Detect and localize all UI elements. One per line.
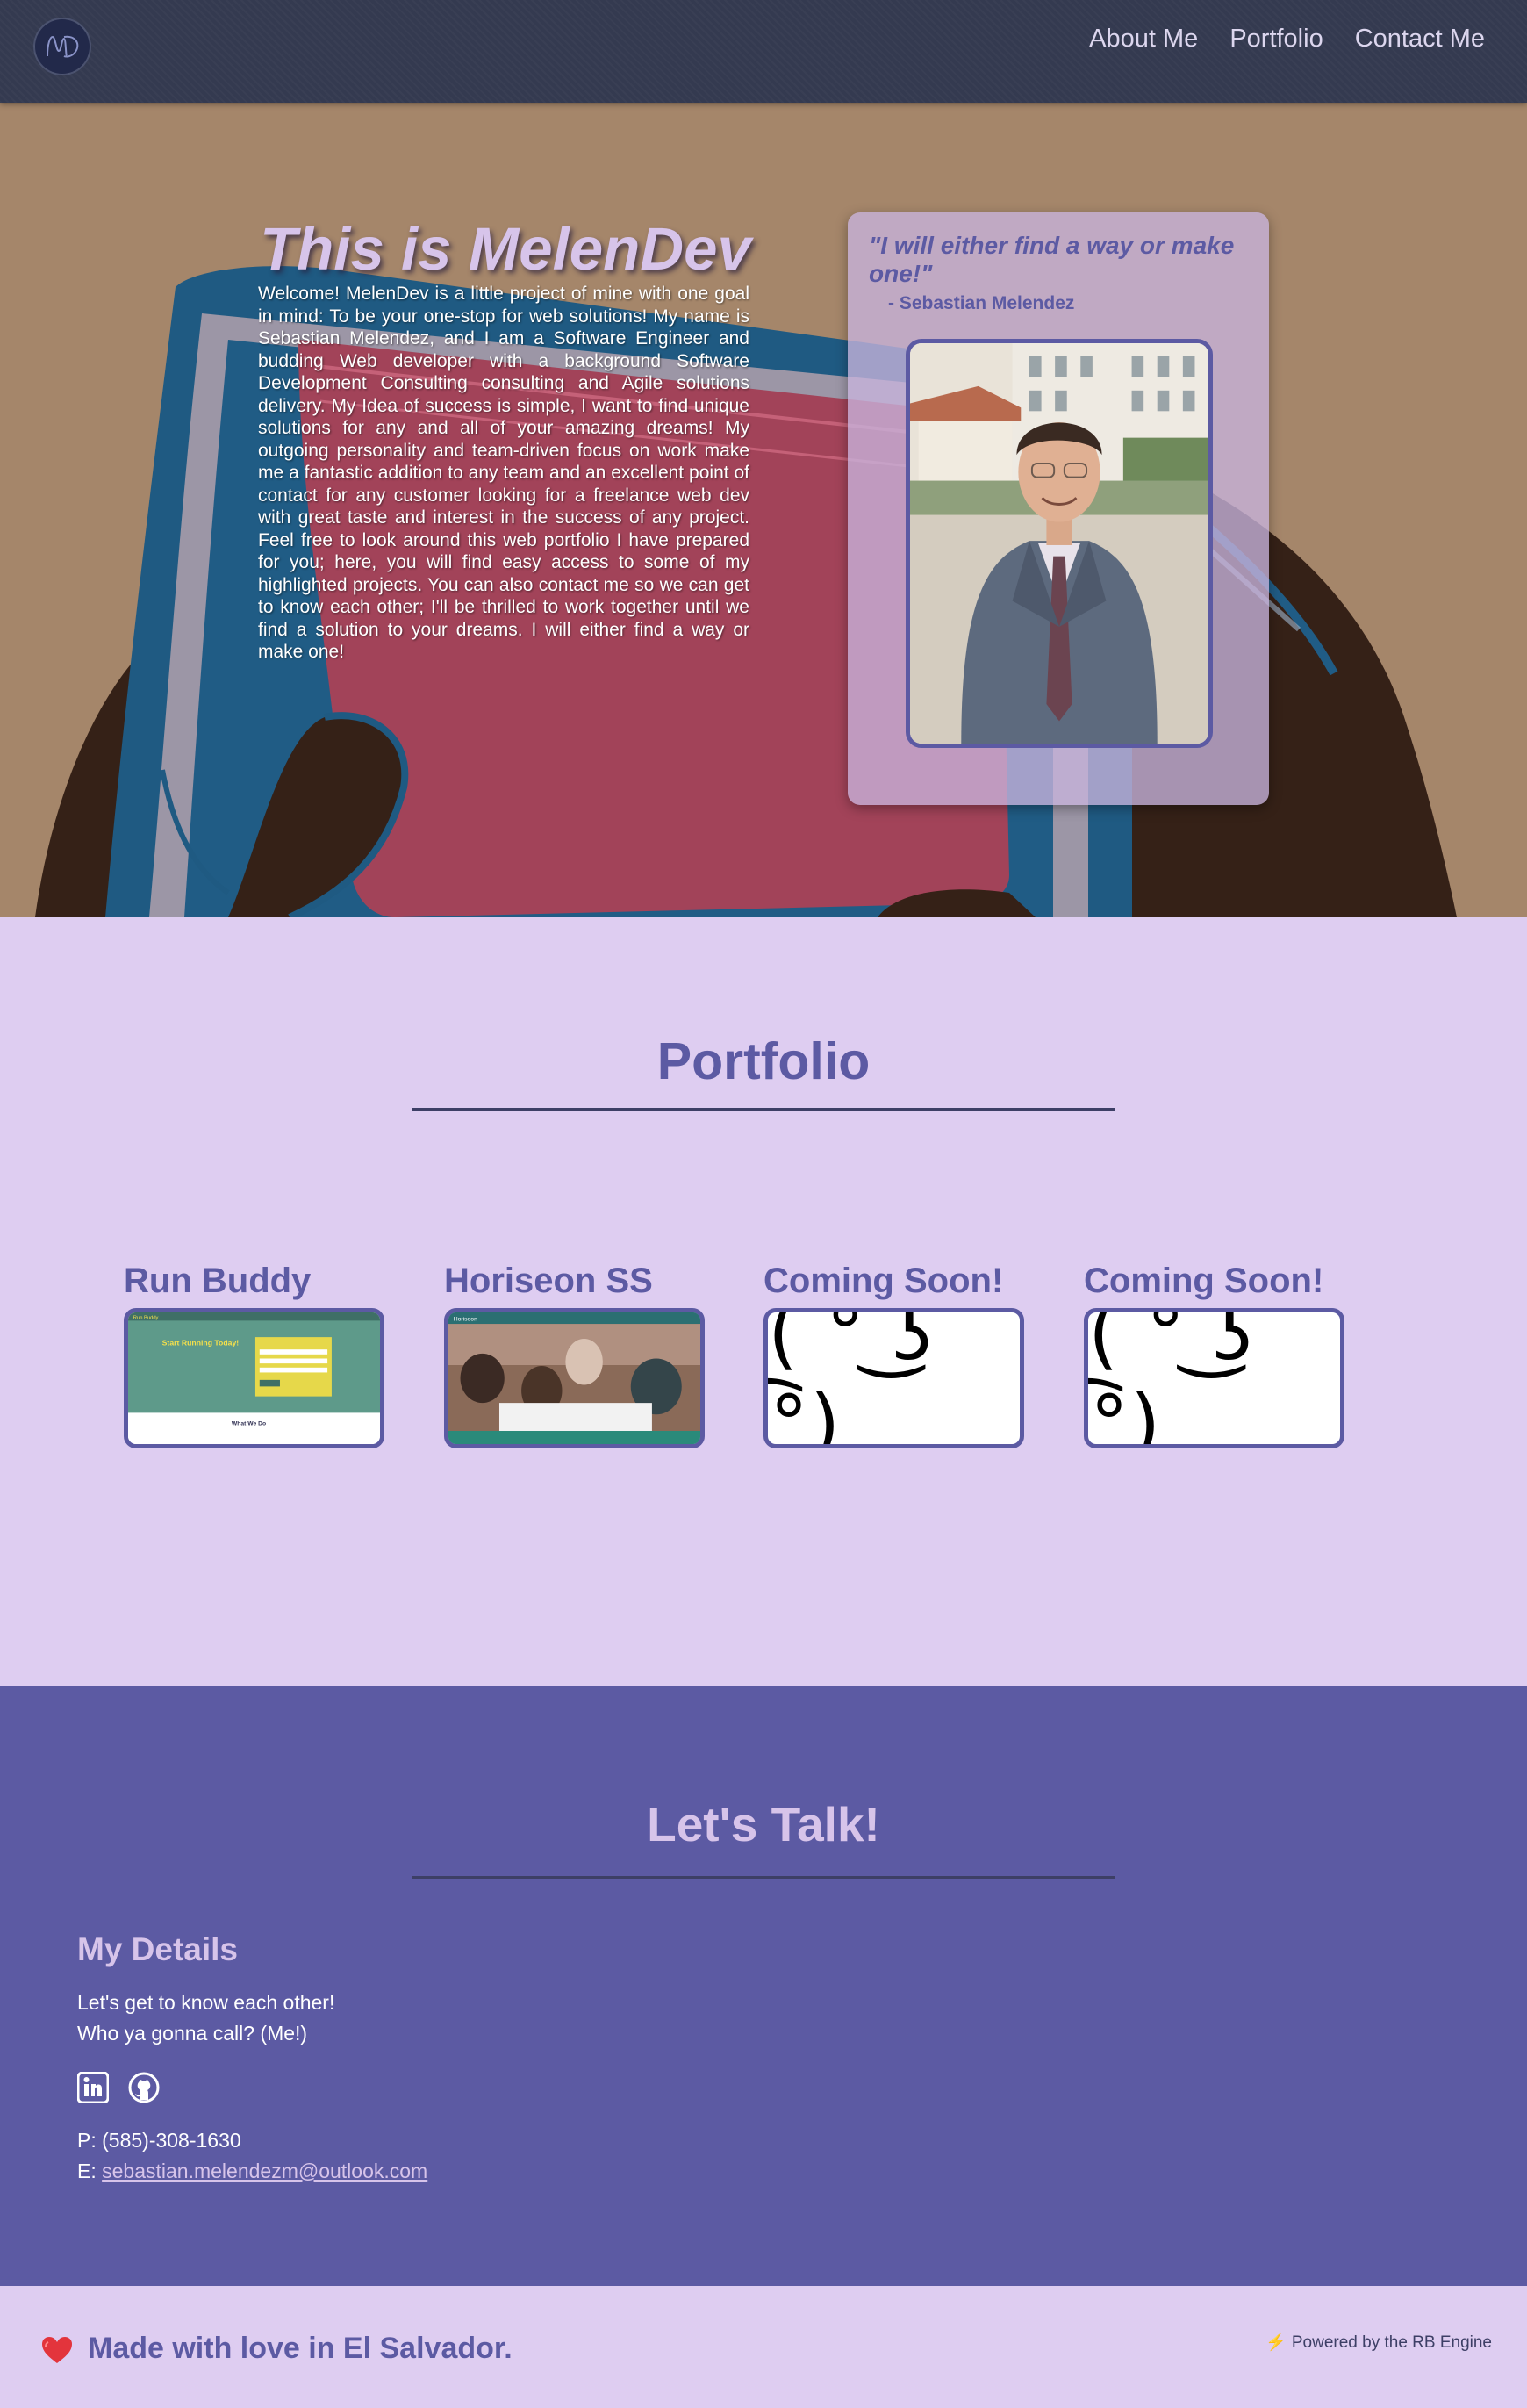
site-footer: Made with love in El Salvador. ⚡ Powered … [0, 2286, 1527, 2408]
portrait-image [910, 343, 1208, 744]
nav-portfolio[interactable]: Portfolio [1229, 25, 1323, 54]
project-thumbnail[interactable]: ( ͡° ͜ʖ ͡°) [764, 1308, 1024, 1448]
nav-about-me[interactable]: About Me [1089, 25, 1198, 54]
email-line: E: sebastian.melendezm@outlook.com [77, 2160, 427, 2183]
email-link[interactable]: sebastian.melendezm@outlook.com [102, 2160, 427, 2182]
hero-section: This is MelenDev Welcome! MelenDev is a … [0, 103, 1527, 917]
project-thumbnail[interactable]: Run Buddy Start Running Today! What We D… [124, 1308, 384, 1448]
quote-card: "I will either find a way or make one!" … [848, 212, 1269, 805]
phone-number: P: (585)-308-1630 [77, 2129, 241, 2152]
svg-text:Start Running Today!: Start Running Today! [162, 1339, 240, 1348]
email-label: E: [77, 2160, 103, 2182]
project-title: Coming Soon! [1084, 1262, 1324, 1300]
project-thumbnail[interactable]: Horiseon [444, 1308, 705, 1448]
lightning-icon: ⚡ [1265, 2333, 1287, 2352]
lenny-face-placeholder: ( ͡° ͜ʖ ͡°) [1088, 1308, 1255, 1448]
social-links [76, 2071, 160, 2104]
heart-icon [42, 2337, 72, 2363]
portfolio-divider [412, 1108, 1115, 1111]
main-nav: About Me Portfolio Contact Me [1089, 25, 1485, 54]
svg-text:What We Do: What We Do [232, 1421, 266, 1427]
logo[interactable] [35, 19, 90, 74]
project-title: Run Buddy [124, 1262, 312, 1300]
details-title: My Details [77, 1931, 239, 1967]
site-header: About Me Portfolio Contact Me [0, 0, 1527, 103]
contact-title: Let's Talk! [647, 1797, 880, 1851]
project-thumbnail[interactable]: ( ͡° ͜ʖ ͡°) [1084, 1308, 1344, 1448]
project-title: Coming Soon! [764, 1262, 1004, 1300]
hero-background-illustration [0, 103, 1527, 917]
nav-contact-me[interactable]: Contact Me [1355, 25, 1485, 54]
svg-text:Horiseon: Horiseon [454, 1316, 477, 1322]
contact-section: Let's Talk! My Details Let's get to know… [0, 1686, 1527, 2286]
run-buddy-screenshot: Run Buddy Start Running Today! What We D… [128, 1312, 380, 1444]
horiseon-screenshot: Horiseon [448, 1312, 700, 1444]
powered-by: ⚡ Powered by the RB Engine [1265, 2332, 1492, 2353]
details-line-1: Let's get to know each other! [77, 1991, 335, 2014]
linkedin-icon[interactable] [76, 2071, 110, 2104]
project-title: Horiseon SS [444, 1262, 653, 1300]
project-card-coming-soon-1[interactable]: Coming Soon! ( ͡° ͜ʖ ͡°) [764, 1262, 1027, 1448]
project-card-horiseon[interactable]: Horiseon SS Horiseon [444, 1262, 707, 1448]
details-line-2: Who ya gonna call? (Me!) [77, 2022, 308, 2045]
github-icon[interactable] [128, 2072, 160, 2103]
made-with-love-text: Made with love in El Salvador. [88, 2332, 513, 2365]
hero-intro-text: Welcome! MelenDev is a little project of… [258, 284, 749, 662]
portfolio-section: Portfolio Run Buddy Run Buddy Start Runn… [0, 917, 1527, 1686]
profile-photo [906, 339, 1213, 748]
powered-by-text: Powered by the RB Engine [1291, 2333, 1492, 2352]
portfolio-title: Portfolio [656, 1032, 871, 1090]
quote-author: - Sebastian Melendez [888, 293, 1075, 313]
lenny-face-placeholder: ( ͡° ͜ʖ ͡°) [768, 1308, 935, 1448]
md-logo-icon [47, 35, 79, 58]
contact-divider [412, 1876, 1115, 1879]
svg-text:Run Buddy: Run Buddy [133, 1316, 159, 1321]
project-card-run-buddy[interactable]: Run Buddy Run Buddy Start Running Today!… [124, 1262, 387, 1448]
quote-text: "I will either find a way or make one!" [869, 232, 1235, 287]
project-card-coming-soon-2[interactable]: Coming Soon! ( ͡° ͜ʖ ͡°) [1084, 1262, 1347, 1448]
hero-title: This is MelenDev [260, 215, 751, 283]
